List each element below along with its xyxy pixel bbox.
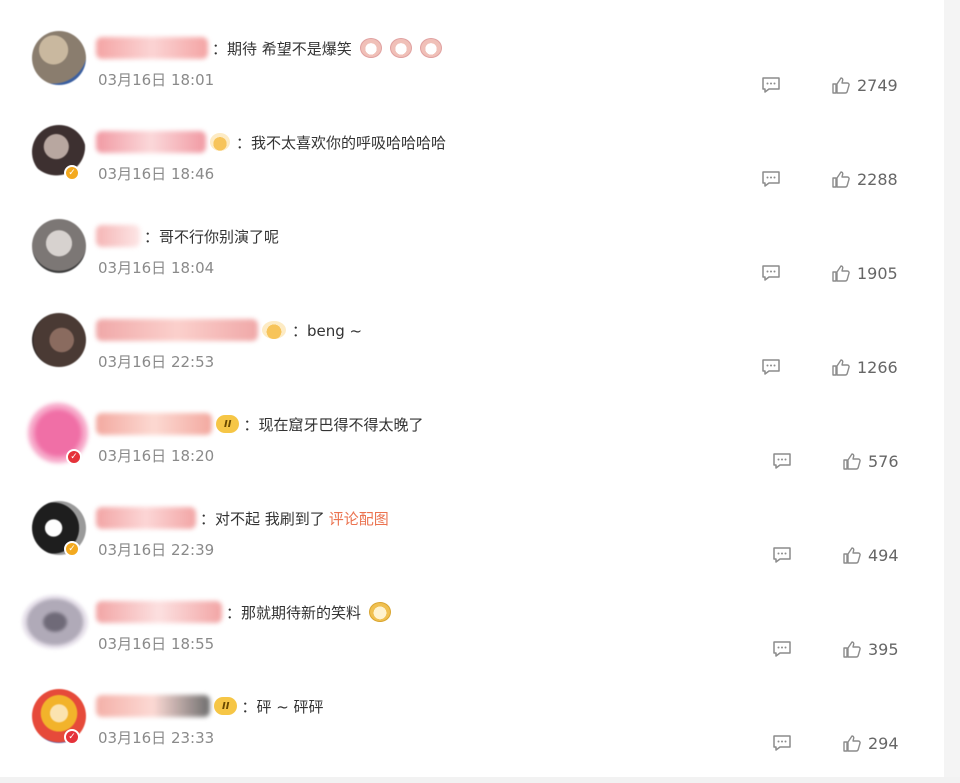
doge-emoji-icon [369,602,392,622]
comment-line: ：那就期待新的笑料 [96,599,392,625]
comment-time: 03月16日 18:01 [98,71,215,89]
comment-image-link[interactable]: 评论配图 [329,508,389,529]
comment-time: 03月16日 23:33 [98,729,215,747]
verified-badge-icon: ✓ [64,541,80,557]
comment-reply-icon[interactable] [772,451,792,471]
comment-text: ：哥不行你别演了呢 [144,227,280,246]
scrollbar-track[interactable] [944,0,960,777]
member-crown-icon [210,133,230,151]
thumbs-up-icon [832,265,850,282]
member-level-badge: II [214,697,238,715]
member-crown-icon [262,321,286,339]
comment-text: ：现在窟牙巴得不得太晚了 [243,415,424,434]
thumbs-up-icon [832,77,850,94]
comment-line: ：期待 希望不是爆笑 [96,35,442,61]
comment-item: ：beng ~ 03月16日 22:53 1266 [0,313,944,407]
thumbs-up-icon [843,735,861,752]
username[interactable] [96,695,210,717]
comment-text: ：beng ~ [292,321,363,340]
like-count: 494 [868,545,899,565]
username[interactable] [96,319,258,341]
comment-item: ：那就期待新的笑料 03月16日 18:55 395 [0,595,944,689]
comment-line: II ：现在窟牙巴得不得太晚了 [96,411,423,437]
comment-line: ：对不起 我刷到了 评论配图 [96,505,389,531]
like-button[interactable]: 294 [842,733,899,753]
emoji-icon [419,38,442,58]
like-count: 2288 [857,169,898,189]
comment-time: 03月16日 18:04 [98,259,215,277]
username[interactable] [96,601,222,623]
username[interactable] [96,225,140,247]
thumbs-up-icon [843,641,861,658]
comment-text: ：我不太喜欢你的呼吸哈哈哈哈 [236,133,447,152]
thumbs-up-icon [832,171,850,188]
comment-reply-icon[interactable] [772,733,792,753]
comment-line: ：beng ~ [96,317,362,343]
comment-reply-icon[interactable] [761,75,781,95]
like-count: 395 [868,639,899,659]
comment-text: ：对不起 我刷到了 [200,509,325,528]
avatar[interactable] [32,219,86,273]
comment-text: ：砰 ~ 砰砰 [241,697,324,716]
like-button[interactable]: 576 [842,451,899,471]
comment-line: II ：砰 ~ 砰砰 [96,693,324,719]
like-button[interactable]: 1905 [831,263,898,283]
comment-text: ：那就期待新的笑料 [226,603,362,622]
username[interactable] [96,131,206,153]
username[interactable] [96,37,208,59]
like-count: 576 [868,451,899,471]
avatar[interactable] [22,595,88,649]
comment-item: ：期待 希望不是爆笑 03月16日 18:01 2749 [0,31,944,125]
like-button[interactable]: 2749 [831,75,898,95]
like-button[interactable]: 1266 [831,357,898,377]
comment-time: 03月16日 22:39 [98,541,215,559]
comment-item: ：哥不行你别演了呢 03月16日 18:04 1905 [0,219,944,313]
member-level-badge: II [216,415,240,433]
comment-text: ：期待 希望不是爆笑 [212,39,352,58]
comment-line: ：哥不行你别演了呢 [96,223,279,249]
thumbs-up-icon [843,547,861,564]
comment-reply-icon[interactable] [761,169,781,189]
verified-badge-icon: ✓ [66,449,82,465]
avatar[interactable] [32,31,86,85]
like-count: 2749 [857,75,898,95]
comment-item: ✓ II ：现在窟牙巴得不得太晚了 03月16日 18:20 576 [0,403,944,501]
verified-badge-icon: ✓ [64,165,80,181]
username[interactable] [96,507,196,529]
emoji-icon [359,38,382,58]
comment-time: 03月16日 18:46 [98,165,215,183]
comment-reply-icon[interactable] [772,545,792,565]
like-count: 1266 [857,357,898,377]
like-count: 294 [868,733,899,753]
comment-reply-icon[interactable] [761,263,781,283]
comment-reply-icon[interactable] [772,639,792,659]
comment-item: ✓ ：我不太喜欢你的呼吸哈哈哈哈 03月16日 18:46 2288 [0,125,944,219]
comment-item: ✓ II ：砰 ~ 砰砰 03月16日 23:33 294 [0,689,944,783]
like-button[interactable]: 395 [842,639,899,659]
comment-time: 03月16日 22:53 [98,353,215,371]
comment-reply-icon[interactable] [761,357,781,377]
emoji-icon [389,38,412,58]
comment-line: ：我不太喜欢你的呼吸哈哈哈哈 [96,129,446,155]
thumbs-up-icon [843,453,861,470]
comment-time: 03月16日 18:55 [98,635,215,653]
username[interactable] [96,413,212,435]
like-button[interactable]: 494 [842,545,899,565]
comment-time: 03月16日 18:20 [98,447,215,465]
comment-item: ✓ ：对不起 我刷到了 评论配图 03月16日 22:39 494 [0,501,944,595]
like-count: 1905 [857,263,898,283]
verified-badge-icon: ✓ [64,729,80,745]
avatar[interactable] [32,313,86,367]
thumbs-up-icon [832,359,850,376]
like-button[interactable]: 2288 [831,169,898,189]
